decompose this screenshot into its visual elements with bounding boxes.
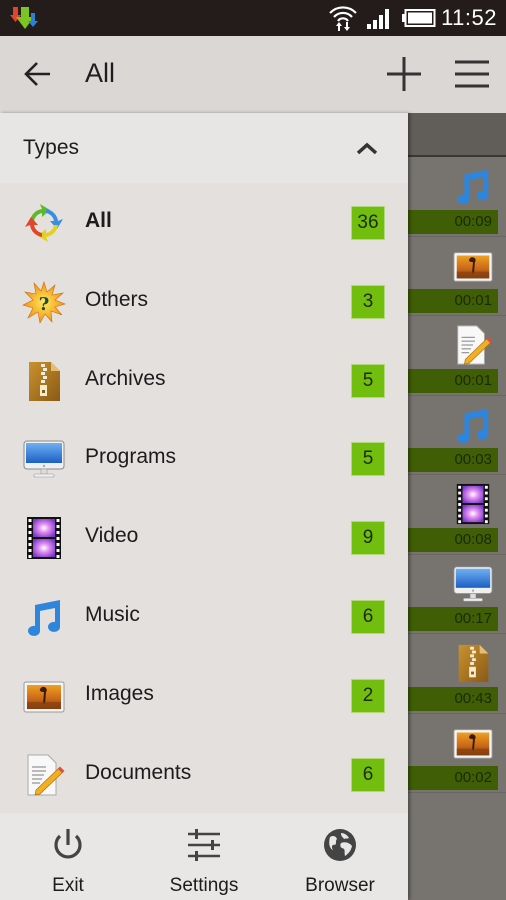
type-item-label: Archives: [85, 366, 166, 390]
count-badge: 36: [351, 206, 385, 240]
film-strip-icon: [22, 516, 66, 560]
settings-button[interactable]: Settings: [154, 813, 254, 900]
duration-label: 00:03: [408, 448, 498, 472]
type-item-label: Others: [85, 287, 149, 311]
duration-label: 00:02: [408, 766, 498, 790]
status-bar: 11:52: [0, 0, 506, 36]
type-item-all[interactable]: All 36: [0, 183, 408, 262]
types-section-header[interactable]: Types: [0, 113, 408, 183]
type-item-music[interactable]: Music 6: [0, 577, 408, 656]
duration-label: 00:43: [408, 686, 498, 711]
music-note-icon: [22, 595, 66, 639]
type-item-others[interactable]: Others 3: [0, 262, 408, 341]
duration-label: 00:01: [408, 368, 498, 393]
music-note-icon: [452, 165, 494, 207]
monitor-icon: [452, 563, 494, 605]
browser-button[interactable]: Browser: [290, 813, 390, 900]
types-section-title: Types: [23, 136, 80, 159]
browser-label: Browser: [305, 875, 375, 896]
count-badge: 5: [351, 363, 385, 398]
list-row[interactable]: 00:43: [408, 634, 506, 714]
type-item-label: Music: [85, 602, 140, 626]
type-item-label: Documents: [85, 760, 192, 784]
type-item-images[interactable]: Images 2: [0, 656, 408, 735]
image-icon: [22, 674, 66, 718]
type-item-documents[interactable]: Documents 6: [0, 735, 408, 814]
type-item-label: All: [85, 209, 112, 232]
type-item-label: Programs: [85, 445, 177, 469]
type-item-label: Images: [85, 681, 154, 705]
plus-icon[interactable]: [386, 56, 422, 92]
download-notification-icon: [10, 7, 38, 29]
count-badge: 2: [351, 678, 385, 713]
duration-label: 00:08: [408, 527, 498, 552]
wifi-icon: [329, 6, 357, 31]
image-icon: [452, 722, 494, 764]
document-pencil-icon: [452, 324, 494, 366]
list-row[interactable]: 00:08: [408, 475, 506, 555]
action-bar: All: [0, 36, 506, 113]
sliders-icon: [188, 829, 220, 861]
clock: 11:52: [441, 5, 497, 30]
duration-label: 00:01: [408, 289, 498, 313]
count-badge: 9: [351, 521, 385, 556]
image-icon: [452, 245, 494, 287]
battery-icon: [402, 9, 436, 27]
type-item-archives[interactable]: Archives 5: [0, 341, 408, 420]
list-row[interactable]: 00:09: [408, 157, 506, 237]
type-list: All 36 Others 3 Archives 5 Programs 5 Vi…: [0, 183, 408, 813]
hamburger-menu-icon[interactable]: [454, 57, 490, 91]
list-row[interactable]: 00:01: [408, 316, 506, 396]
chevron-up-icon[interactable]: [356, 141, 378, 155]
list-row[interactable]: 00:03: [408, 396, 506, 475]
music-note-icon: [452, 404, 494, 446]
signal-icon: [367, 9, 389, 29]
list-row[interactable]: 00:01: [408, 237, 506, 316]
list-row[interactable]: 00:02: [408, 714, 506, 793]
file-list-background: 00:09 00:01 00:01 00:03 00:08 00:17 00:4…: [408, 113, 506, 900]
zip-archive-icon: [22, 359, 66, 403]
page-title: All: [85, 58, 116, 88]
type-item-video[interactable]: Video 9: [0, 498, 408, 577]
exit-button[interactable]: Exit: [18, 813, 118, 900]
question-star-icon: [22, 280, 66, 324]
film-strip-icon: [452, 483, 494, 525]
settings-label: Settings: [169, 875, 239, 896]
arrow-left-icon[interactable]: [22, 58, 54, 90]
duration-label: 00:09: [408, 209, 498, 234]
count-badge: 3: [351, 284, 385, 319]
refresh-arrows-icon: [22, 201, 66, 245]
monitor-icon: [22, 437, 66, 481]
list-row[interactable]: 00:17: [408, 555, 506, 634]
count-badge: 5: [351, 442, 385, 477]
power-icon: [54, 829, 82, 859]
type-item-programs[interactable]: Programs 5: [0, 419, 408, 498]
duration-label: 00:17: [408, 607, 498, 631]
navigation-drawer: Types All 36 Others 3 Archives 5 Program…: [0, 113, 408, 900]
count-badge: 6: [351, 757, 385, 792]
globe-icon: [324, 829, 356, 861]
type-item-label: Video: [85, 524, 139, 548]
document-pencil-icon: [22, 753, 66, 797]
count-badge: 6: [351, 599, 385, 634]
zip-archive-icon: [452, 642, 494, 684]
drawer-bottom-bar: Exit Settings Browser: [0, 813, 408, 900]
exit-label: Exit: [52, 875, 84, 896]
list-subheader: [408, 113, 506, 157]
